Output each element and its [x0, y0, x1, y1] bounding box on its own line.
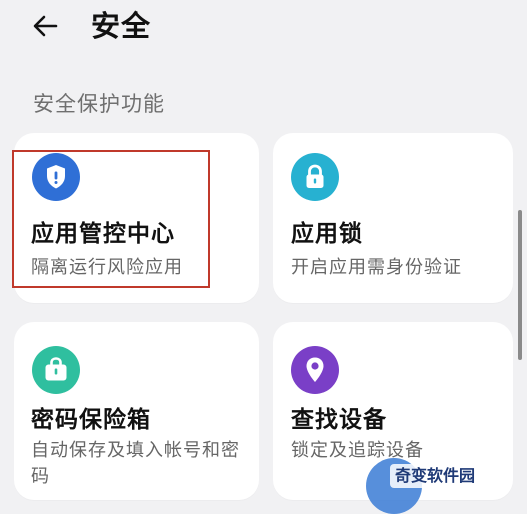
card-description: 开启应用需身份验证 — [291, 257, 462, 278]
back-button[interactable] — [26, 6, 66, 46]
card-title: 应用锁 — [291, 221, 363, 247]
scrollbar[interactable] — [518, 210, 522, 360]
watermark: 奇变软件园 — [366, 458, 527, 514]
safe-box-icon — [32, 346, 80, 394]
lock-icon — [291, 153, 339, 201]
card-description: 隔离运行风险应用 — [31, 257, 183, 278]
card-app-control-center[interactable]: 应用管控中心 隔离运行风险应用 — [14, 133, 259, 303]
section-title: 安全保护功能 — [33, 92, 165, 116]
shield-icon — [32, 153, 80, 201]
watermark-text: 奇变软件园 — [390, 464, 481, 488]
card-title: 应用管控中心 — [31, 221, 175, 247]
card-app-lock[interactable]: 应用锁 开启应用需身份验证 — [273, 133, 513, 303]
location-pin-icon — [291, 346, 339, 394]
app-header: 安全 — [0, 0, 527, 60]
card-password-vault[interactable]: 密码保险箱 自动保存及填入帐号和密码 — [14, 322, 259, 500]
card-title: 查找设备 — [291, 407, 387, 433]
page-title: 安全 — [91, 9, 152, 43]
card-description: 自动保存及填入帐号和密码 — [31, 440, 240, 487]
back-arrow-icon — [33, 15, 58, 37]
card-title: 密码保险箱 — [31, 407, 151, 433]
